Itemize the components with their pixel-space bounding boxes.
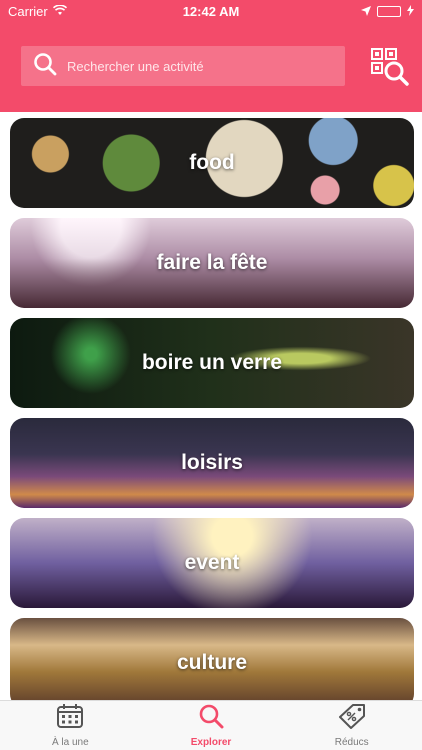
category-label: food [189,151,235,174]
status-right [361,4,414,19]
category-label: boire un verre [141,351,283,374]
category-card-loisirs[interactable]: loisirs [10,418,414,508]
qr-scan-button[interactable] [370,47,410,87]
category-label: event [184,551,240,574]
status-bar: Carrier 12:42 AM [0,0,422,22]
search-icon [198,703,224,734]
category-card-faire-la-fete[interactable]: faire la fête [10,218,414,308]
category-card-boire-un-verre[interactable]: boire un verre [10,318,414,408]
discount-tag-icon [338,703,366,734]
calendar-icon [56,703,84,734]
tab-label: À la une [51,737,89,748]
tab-reducs[interactable]: Réducs [281,701,422,750]
status-left: Carrier [8,4,67,19]
tab-label: Réducs [334,737,369,748]
tab-label: Explorer [190,737,232,748]
tab-explorer[interactable]: Explorer [141,701,282,750]
search-input[interactable] [67,58,317,74]
category-card-culture[interactable]: culture [10,618,414,700]
location-arrow-icon [361,4,371,19]
wifi-icon [52,3,67,19]
carrier-label: Carrier [8,3,48,19]
qr-scan-icon [370,48,410,91]
category-card-food[interactable]: food [10,118,414,208]
search-bar[interactable] [21,46,345,86]
category-label: culture [176,651,247,674]
tab-a-la-une[interactable]: À la une [0,701,141,750]
charging-bolt-icon [407,4,414,19]
category-label: loisirs [181,451,243,474]
battery-icon [377,5,401,17]
tab-bar: À la une Explorer Réducs [0,700,422,750]
category-list: food faire la fête boire un verre loisir… [10,118,414,700]
search-icon [33,52,57,81]
header [0,22,422,112]
category-label: faire la fête [156,251,268,274]
category-card-event[interactable]: event [10,518,414,608]
